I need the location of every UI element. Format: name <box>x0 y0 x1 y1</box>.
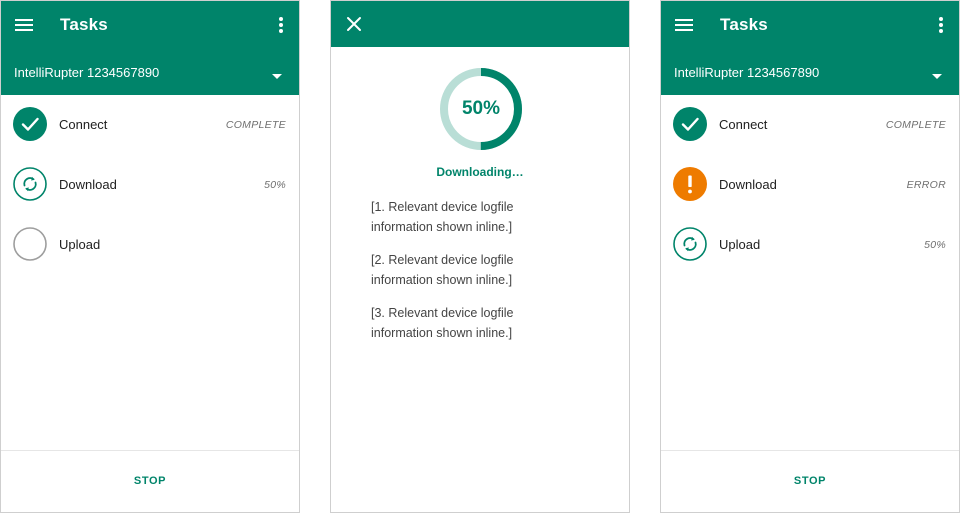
task-status: COMPLETE <box>885 119 946 131</box>
log-list: [1. Relevant device logfile information … <box>371 197 571 356</box>
footer: STOP <box>1 450 299 512</box>
log-entry: [3. Relevant device logfile information … <box>371 306 514 340</box>
task-row-connect[interactable]: Connect COMPLETE <box>661 95 959 155</box>
task-name: Upload <box>719 237 761 252</box>
footer: STOP <box>661 450 959 512</box>
task-status: 50% <box>924 239 946 251</box>
empty-circle-icon <box>13 227 47 261</box>
task-name: Connect <box>59 117 108 132</box>
app-bar: Tasks IntelliRupter 1234567890 <box>1 1 299 95</box>
more-vert-icon[interactable] <box>935 15 947 35</box>
task-name: Download <box>59 177 117 192</box>
device-label: IntelliRupter 1234567890 <box>14 65 160 80</box>
log-entry: [1. Relevant device logfile information … <box>371 200 514 234</box>
progress-percent: 50% <box>461 98 501 119</box>
more-vert-icon[interactable] <box>275 15 287 35</box>
task-status: 50% <box>264 179 286 191</box>
app-bar: Tasks IntelliRupter 1234567890 <box>661 1 959 95</box>
task-row-download[interactable]: Download ERROR <box>661 155 959 215</box>
dropdown-arrow-icon <box>931 68 943 79</box>
task-list: Connect COMPLETE Download 50% Upload <box>1 95 299 275</box>
stop-button[interactable]: STOP <box>794 475 826 487</box>
sync-icon <box>673 227 707 261</box>
menu-icon[interactable] <box>13 15 35 35</box>
close-icon[interactable] <box>343 13 365 35</box>
task-name: Connect <box>719 117 768 132</box>
menu-icon[interactable] <box>673 15 695 35</box>
device-select[interactable]: IntelliRupter 1234567890 <box>1 53 299 91</box>
task-row-upload[interactable]: Upload 50% <box>661 215 959 275</box>
page-title: Tasks <box>60 15 108 34</box>
check-circle-icon <box>673 107 707 141</box>
app-bar <box>331 1 629 47</box>
page-title: Tasks <box>720 15 768 34</box>
tasks-screen-2: Tasks IntelliRupter 1234567890 Connect C… <box>660 0 960 513</box>
task-row-download[interactable]: Download 50% <box>1 155 299 215</box>
task-status: ERROR <box>906 179 946 191</box>
task-row-upload[interactable]: Upload <box>1 215 299 275</box>
progress-screen: 50% Downloading… [1. Relevant device log… <box>330 0 630 513</box>
stop-button[interactable]: STOP <box>134 475 166 487</box>
sync-icon <box>13 167 47 201</box>
device-select[interactable]: IntelliRupter 1234567890 <box>661 53 959 91</box>
task-name: Upload <box>59 237 101 252</box>
error-icon <box>673 167 707 201</box>
device-label: IntelliRupter 1234567890 <box>674 65 820 80</box>
task-name: Download <box>719 177 777 192</box>
task-list: Connect COMPLETE Download ERROR Upload 5… <box>661 95 959 275</box>
check-circle-icon <box>13 107 47 141</box>
task-row-connect[interactable]: Connect COMPLETE <box>1 95 299 155</box>
dropdown-arrow-icon <box>271 68 283 79</box>
log-entry: [2. Relevant device logfile information … <box>371 253 514 287</box>
task-status: COMPLETE <box>225 119 286 131</box>
progress-status: Downloading… <box>436 165 524 179</box>
tasks-screen-1: Tasks IntelliRupter 1234567890 Connect C… <box>0 0 300 513</box>
